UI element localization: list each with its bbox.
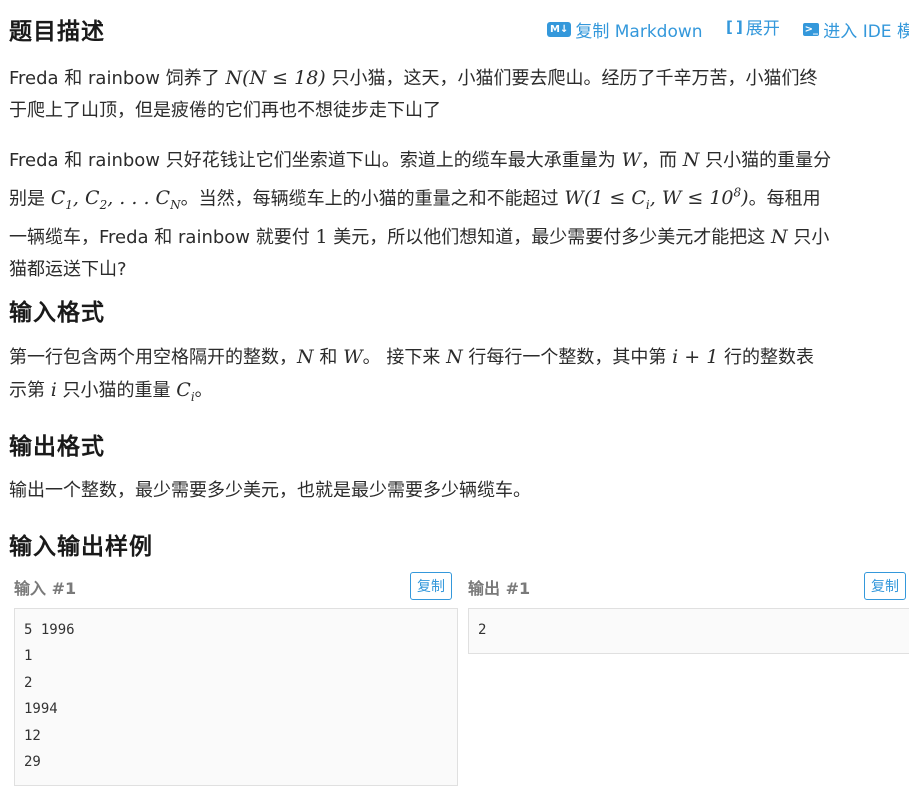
samples-heading: 输入输出样例 [9,534,153,560]
expand-label: 展开 [745,19,780,39]
text: 。 [194,380,213,401]
output-format-heading: 输出格式 [9,434,105,460]
math-w: W [621,149,641,171]
description-header: 题目描述 M↓ 复制 Markdown [ ] 展开 >_ 进入 IDE 模式 [9,0,909,58]
text: 猫都运送下山? [9,259,127,281]
text: Freda 和 rainbow 饲养了 [9,68,226,89]
input-format-heading: 输入格式 [9,300,105,326]
text: Freda 和 rainbow 只好花钱让它们坐索道下山。索道上的缆车最大承重量… [9,150,622,171]
sample-line: 12 [24,727,41,744]
terminal-icon: >_ [803,22,820,36]
math-n-constraint: N(N ≤ 18) [225,67,326,89]
sample-line: 5 1996 [24,622,75,638]
text: 美元，所以他们想知道，最少需要付多少美元才能把这 [327,227,772,249]
description-heading: 题目描述 [9,19,105,45]
sample-line: 29 [24,753,41,770]
copy-markdown-label: 复制 Markdown [575,21,703,42]
text: 只小猫的重量分 [699,150,832,171]
description-paragraph-1: Freda 和 rainbow 饲养了 N(N ≤ 18) 只小猫，这天，小猫们… [9,62,909,127]
text: 。当然，每辆缆车上的小猫的重量之和不能超过 [180,188,565,210]
math-w: W [343,346,363,368]
sample-input-title: 输入 #1 [14,579,77,598]
math-one: 1 [315,226,328,249]
text: 只小 [787,227,830,249]
sample-line: 2 [478,622,487,638]
problem-page: 题目描述 M↓ 复制 Markdown [ ] 展开 >_ 进入 IDE 模式 … [9,0,909,787]
copy-output-button[interactable]: 复制 [864,572,906,600]
math-weights: C1, C2, . . . CN [50,187,181,213]
sample-line: 1 [24,648,33,665]
text: 示第 [9,380,51,401]
output-format-text: 输出一个整数，最少需要多少美元，也就是最少需要多少辆缆车。 [9,480,531,501]
text: 和 [313,347,344,368]
expand-icon: [ ] [725,17,743,36]
sample-input-box[interactable]: 5 1996 1 2 1994 12 29 [14,608,458,787]
sample-output-title: 输出 #1 [468,579,531,598]
problem-toolbar: M↓ 复制 Markdown [ ] 展开 >_ 进入 IDE 模式 [547,14,909,42]
text: 第一行包含两个用空格隔开的整数， [9,347,297,368]
sample-output-box[interactable]: 2 [468,608,909,655]
math-ci: Ci [176,379,195,404]
text: 行每行一个整数，其中第 [462,347,673,368]
math-weight-constraint: W(1 ≤ Ci, W ≤ 108) [564,186,749,213]
text: 一辆缆车，Freda 和 rainbow 就要付 [9,227,316,249]
sample-line: 2 [24,674,33,691]
text: 别是 [9,188,51,210]
sample-output-panel: 输出 #1 复制 2 [468,570,909,655]
text: 。 接下来 [362,347,447,368]
sample-input-panel: 输入 #1 复制 5 1996 1 2 1994 12 29 [14,570,458,787]
input-format-paragraph: 第一行包含两个用空格隔开的整数，N 和 W。 接下来 N 行每行一个整数，其中第… [9,341,909,413]
text: 行的整数表 [718,347,815,368]
math-n: N [297,346,314,368]
ide-mode-button[interactable]: >_ 进入 IDE 模式 [803,17,909,42]
description-paragraph-2: Freda 和 rainbow 只好花钱让它们坐索道下山。索道上的缆车最大承重量… [9,144,909,286]
math-n: N [771,226,788,249]
expand-button[interactable]: [ ] 展开 [725,14,780,40]
ide-mode-label: 进入 IDE 模式 [823,21,909,42]
math-i-plus-1: i + 1 [672,346,719,368]
copy-input-button[interactable]: 复制 [410,572,452,600]
math-n: N [446,346,463,368]
sample-line: 1994 [24,701,58,718]
text: 于爬上了山顶，但是疲倦的它们再也不想徒步走下山了 [9,100,441,121]
copy-markdown-button[interactable]: M↓ 复制 Markdown [547,17,703,42]
text: 。每租用 [748,188,821,210]
markdown-icon: M↓ [547,21,572,37]
text: ，而 [641,150,683,171]
math-n: N [682,149,700,171]
text: 只小猫的重量 [56,380,177,401]
text: 只小猫，这天，小猫们要去爬山。经历了千辛万苦，小猫们终 [325,68,818,89]
